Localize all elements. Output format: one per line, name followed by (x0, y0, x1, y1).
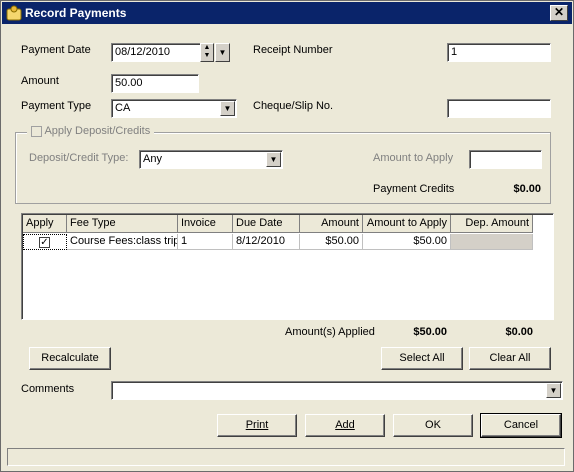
grid-cell-dep-amount (451, 234, 533, 250)
add-button[interactable]: Add (305, 414, 385, 437)
amounts-applied-value: $50.00 (413, 326, 447, 338)
select-all-button[interactable]: Select All (381, 347, 463, 370)
grid-header-dep-amount[interactable]: Dep. Amount (451, 215, 533, 233)
payment-type-label: Payment Type (21, 100, 92, 112)
deposit-credit-type-value: Any (143, 153, 162, 165)
chevron-down-icon: ▼ (218, 48, 227, 57)
print-button[interactable]: Print (217, 414, 297, 437)
chevron-down-icon[interactable]: ▼ (220, 101, 235, 116)
receipt-number-field[interactable]: 1 (447, 43, 551, 62)
cheque-slip-label: Cheque/Slip No. (253, 100, 334, 112)
record-payments-window: Record Payments ✕ Payment Date 08/12/201… (0, 0, 574, 472)
grid-cell-amount: $50.00 (300, 234, 363, 250)
dialog-body: Payment Date 08/12/2010 ▲ ▼ ▼ Receipt Num… (5, 28, 569, 441)
deposit-credit-type-label: Deposit/Credit Type: (29, 152, 129, 164)
spin-icon: ▲ ▼ (203, 44, 211, 59)
close-button[interactable]: ✕ (550, 5, 568, 21)
row-apply-checkbox[interactable]: ✓ (39, 237, 50, 248)
grid-header-amount-to-apply[interactable]: Amount to Apply (363, 215, 451, 233)
payment-date-field[interactable]: 08/12/2010 (111, 43, 201, 62)
grid-header-amount[interactable]: Amount (300, 215, 363, 233)
grid-header-due-date[interactable]: Due Date (233, 215, 300, 233)
window-title: Record Payments (25, 6, 127, 20)
grid-header-apply[interactable]: Apply (23, 215, 67, 233)
payment-credits-label: Payment Credits (373, 183, 455, 195)
apply-deposit-checkbox[interactable] (31, 125, 42, 137)
amount-to-apply-label: Amount to Apply (373, 152, 454, 164)
cheque-slip-field[interactable] (447, 99, 551, 118)
amounts-applied-label: Amount(s) Applied (285, 326, 375, 338)
apply-deposit-checkbox-row[interactable]: Apply Deposit/Credits (27, 125, 155, 137)
grid-cell-fee-type: Course Fees:class trip (67, 234, 178, 250)
grid-cell-apply[interactable]: ✓ (23, 234, 67, 250)
dep-amount-total-value: $0.00 (505, 326, 533, 338)
comments-select[interactable]: ▼ (111, 381, 563, 400)
date-spin-button[interactable]: ▲ ▼ (200, 43, 214, 62)
close-icon: ✕ (553, 5, 565, 19)
fees-grid[interactable]: Apply Fee Type Invoice Due Date Amount A… (21, 213, 554, 320)
clear-all-button[interactable]: Clear All (469, 347, 551, 370)
chevron-down-icon[interactable]: ▼ (266, 152, 281, 167)
ok-button[interactable]: OK (393, 414, 473, 437)
receipt-number-label: Receipt Number (253, 44, 333, 56)
grid-cell-invoice: 1 (178, 234, 233, 250)
chevron-down-icon[interactable]: ▼ (546, 383, 561, 398)
title-bar: Record Payments ✕ (2, 2, 572, 24)
amount-value: 50.00 (115, 77, 143, 89)
amount-to-apply-field[interactable] (469, 150, 542, 169)
payment-date-label: Payment Date (21, 44, 91, 56)
amount-label: Amount (21, 75, 59, 87)
grid-header-fee-type[interactable]: Fee Type (67, 215, 178, 233)
status-bar (7, 448, 565, 466)
grid-cell-amount-to-apply[interactable]: $50.00 (363, 234, 451, 250)
receipt-number-value: 1 (451, 46, 458, 58)
payment-type-value: CA (115, 102, 131, 114)
cancel-button[interactable]: Cancel (480, 413, 562, 438)
payment-type-select[interactable]: CA ▼ (111, 99, 237, 118)
deposit-credit-type-select[interactable]: Any ▼ (139, 150, 283, 169)
apply-deposit-label: Apply Deposit/Credits (44, 125, 151, 137)
amount-field[interactable]: 50.00 (111, 74, 199, 93)
comments-label: Comments (21, 383, 75, 395)
wallet-icon (6, 5, 22, 21)
grid-header-invoice[interactable]: Invoice (178, 215, 233, 233)
payment-date-value: 08/12/2010 (115, 46, 171, 58)
date-dropdown-button[interactable]: ▼ (215, 43, 230, 62)
recalculate-button[interactable]: Recalculate (29, 347, 111, 370)
payment-credits-value: $0.00 (513, 183, 541, 195)
grid-cell-due-date: 8/12/2010 (233, 234, 300, 250)
